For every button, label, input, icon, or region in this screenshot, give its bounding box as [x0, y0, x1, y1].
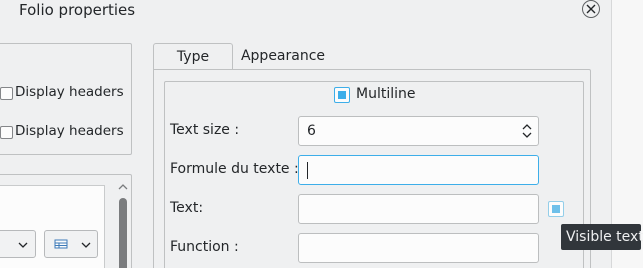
text-label: Text: — [170, 200, 204, 216]
display-headers-checkbox-2[interactable] — [0, 126, 13, 139]
display-headers-label-2: Display headers — [15, 123, 124, 139]
inner-table-area — [0, 185, 105, 268]
table-style-combo[interactable] — [44, 230, 98, 258]
display-headers-label-1: Display headers — [15, 84, 124, 100]
close-button[interactable] — [582, 0, 600, 18]
multiline-label: Multiline — [356, 86, 416, 102]
text-caret — [307, 162, 308, 179]
spin-arrows-icon[interactable] — [522, 122, 532, 140]
text-size-value: 6 — [307, 123, 316, 139]
formula-input[interactable] — [298, 155, 539, 185]
left-options-group: Display headers Display headers — [0, 43, 132, 155]
multiline-checkbox[interactable] — [334, 87, 350, 103]
visible-text-checkbox[interactable] — [548, 201, 564, 217]
tab-type[interactable]: Type — [153, 43, 233, 70]
formula-label: Formule du texte : — [170, 161, 299, 177]
chevron-down-icon — [81, 242, 91, 248]
checkbox-checked-mark — [338, 91, 346, 99]
title-bar: Folio properties — [0, 0, 612, 24]
vertical-scrollbar[interactable] — [117, 182, 129, 268]
visible-text-tooltip: Visible text — [561, 224, 643, 250]
text-input[interactable] — [298, 194, 539, 224]
display-headers-checkbox-1[interactable] — [0, 87, 13, 100]
left-combo-box[interactable] — [0, 230, 36, 258]
left-lower-group — [0, 174, 132, 268]
chevron-up-icon[interactable] — [117, 182, 129, 192]
window-title: Folio properties — [19, 1, 136, 19]
close-icon — [586, 4, 596, 14]
text-size-label: Text size : — [170, 122, 240, 138]
tab-appearance[interactable]: Appearance — [233, 43, 333, 70]
text-size-spinbox[interactable]: 6 — [298, 116, 539, 146]
folio-properties-dialog: Folio properties Display headers Display… — [0, 0, 643, 268]
chevron-down-icon — [18, 242, 28, 248]
function-label: Function : — [170, 239, 239, 255]
table-icon — [54, 239, 68, 249]
scrollbar-thumb[interactable] — [119, 198, 127, 268]
checkbox-checked-mark — [552, 205, 560, 213]
function-input[interactable] — [298, 233, 539, 263]
